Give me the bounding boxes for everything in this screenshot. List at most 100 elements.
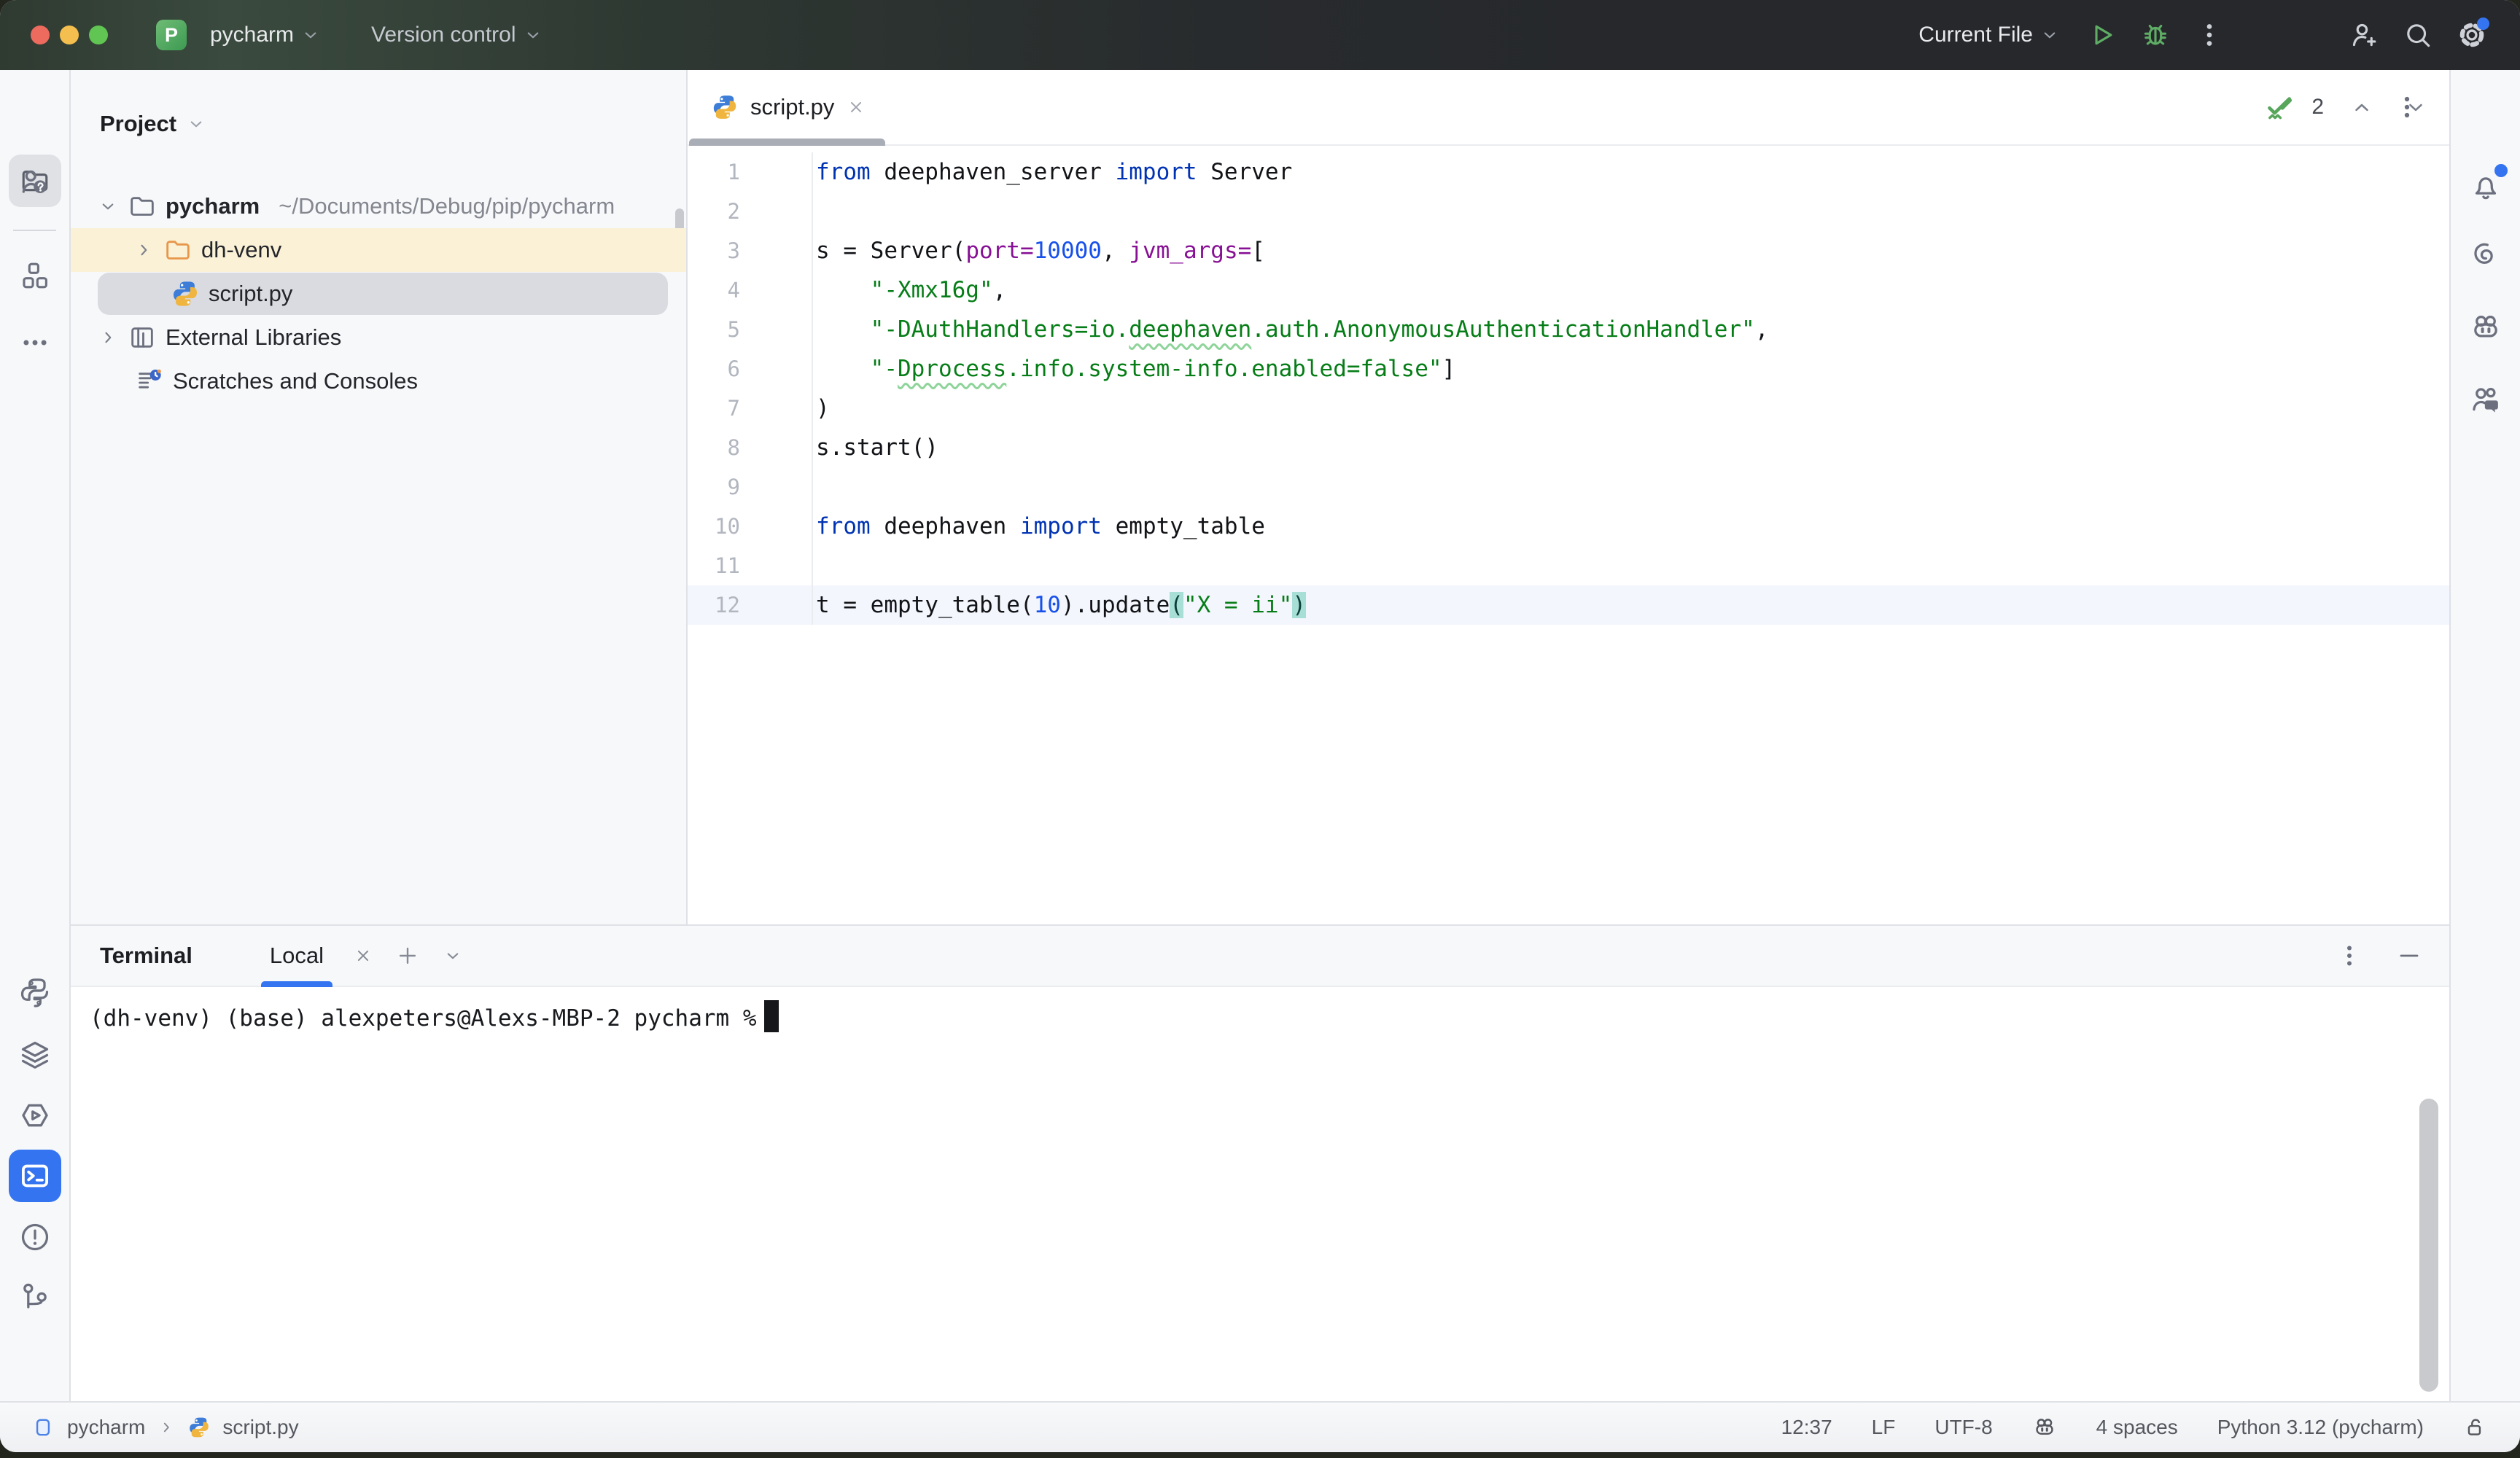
interpreter-widget[interactable]: Python 3.12 (pycharm): [2217, 1416, 2424, 1439]
code-line-11[interactable]: 11: [688, 546, 2449, 585]
breadcrumb-project[interactable]: pycharm: [67, 1416, 145, 1439]
tool-problems-button[interactable]: [9, 1211, 61, 1263]
coding-agents-button[interactable]: [2459, 301, 2512, 354]
libraries-icon: [128, 323, 157, 352]
tree-item-external-libraries[interactable]: External Libraries: [71, 316, 686, 359]
tool-python-console-button[interactable]: [9, 967, 61, 1019]
cursor-position-widget[interactable]: 12:37: [1781, 1416, 1832, 1439]
terminal-scrollbar-thumb[interactable]: [2419, 1099, 2438, 1392]
structure-icon: [19, 260, 51, 292]
close-icon: [353, 946, 373, 966]
terminal-tab-local[interactable]: Local: [262, 926, 331, 986]
project-widget-icon[interactable]: [31, 1415, 55, 1440]
folder-icon: [163, 235, 192, 265]
code-line-1[interactable]: 1from deephaven_server import Server: [688, 152, 2449, 192]
code-line-6[interactable]: 6 "-Dprocess.info.system-info.enabled=fa…: [688, 349, 2449, 389]
ellipsis-icon: [19, 327, 51, 359]
previous-highlight-button[interactable]: [2349, 94, 2375, 120]
new-terminal-tab-button[interactable]: [395, 943, 420, 968]
pycharm-logo: P: [156, 20, 187, 50]
inspection-ok-icon: [2263, 90, 2297, 124]
terminal-output[interactable]: (dh-venv) (base) alexpeters@Alexs-MBP-2 …: [71, 987, 2449, 1400]
more-tool-windows-button[interactable]: [9, 316, 61, 369]
run-configuration-selector[interactable]: Current File: [1908, 15, 2071, 55]
search-everywhere-button[interactable]: [2395, 12, 2441, 58]
tree-item-script-py[interactable]: script.py: [71, 272, 686, 316]
code-line-7[interactable]: 7): [688, 389, 2449, 428]
right-tool-strip: [2449, 70, 2520, 1401]
tool-python-packages-button[interactable]: [9, 1029, 61, 1081]
zoom-window-button[interactable]: [89, 26, 108, 44]
notifications-button[interactable]: [2459, 160, 2512, 212]
code-line-4[interactable]: 4 "-Xmx16g",: [688, 270, 2449, 310]
lock-widget[interactable]: [2463, 1415, 2488, 1440]
ai-assistant-icon: [2469, 238, 2502, 271]
breadcrumb-file[interactable]: script.py: [222, 1416, 298, 1439]
terminal-tab-dropdown-button[interactable]: [442, 945, 464, 967]
code-line-10[interactable]: 10from deephaven import empty_table: [688, 507, 2449, 546]
terminal-options-button[interactable]: [2336, 942, 2363, 970]
code-editor[interactable]: 1from deephaven_server import Server23s …: [688, 146, 2449, 924]
next-highlight-button[interactable]: [2403, 94, 2429, 120]
bug-icon: [2139, 19, 2171, 51]
strip-divider: [13, 230, 56, 231]
run-icon: [2085, 19, 2118, 51]
terminal-icon: [18, 1159, 52, 1193]
tree-item-scratches[interactable]: Scratches and Consoles: [71, 359, 686, 403]
tree-item-project-root[interactable]: pycharm ~/Documents/Debug/pip/pycharm: [71, 184, 686, 228]
tool-services-button[interactable]: [9, 1089, 61, 1142]
terminal-panel-title[interactable]: Terminal: [100, 943, 192, 969]
minimize-window-button[interactable]: [60, 26, 79, 44]
inspections-widget[interactable]: 2: [2263, 90, 2429, 124]
tool-terminal-button[interactable]: [9, 1150, 61, 1202]
code-line-2[interactable]: 2: [688, 192, 2449, 231]
ai-status-button[interactable]: [2032, 1415, 2057, 1440]
code-line-9[interactable]: 9: [688, 467, 2449, 507]
project-panel-title[interactable]: Project: [100, 111, 176, 137]
ai-assistant-button[interactable]: [2459, 228, 2512, 281]
active-terminal-tab-indicator: [261, 981, 332, 987]
terminal-header: Terminal Local: [71, 926, 2449, 987]
tool-learn-button[interactable]: [9, 163, 61, 201]
more-actions-button[interactable]: [2186, 12, 2233, 58]
close-tab-icon[interactable]: [846, 97, 866, 117]
project-menu[interactable]: pycharm: [200, 15, 332, 55]
run-button[interactable]: [2078, 12, 2125, 58]
active-tab-indicator: [689, 139, 885, 146]
terminal-tab-label: Local: [270, 943, 324, 969]
indent-widget[interactable]: 4 spaces: [2096, 1416, 2178, 1439]
hide-terminal-button[interactable]: [2395, 942, 2423, 970]
line-ending-widget[interactable]: LF: [1872, 1416, 1896, 1439]
python-console-icon: [18, 976, 52, 1010]
code-line-12[interactable]: 12t = empty_table(10).update("X = ii"): [688, 585, 2449, 625]
code-line-5[interactable]: 5 "-DAuthHandlers=io.deephaven.auth.Anon…: [688, 310, 2449, 349]
code-line-8[interactable]: 8s.start(): [688, 428, 2449, 467]
tree-item-label: External Libraries: [166, 324, 341, 351]
tree-item-label: dh-venv: [201, 237, 281, 263]
minimize-icon: [2395, 942, 2423, 970]
code-line-3[interactable]: 3s = Server(port=10000, jvm_args=[: [688, 231, 2449, 270]
tree-item-dh-venv[interactable]: dh-venv: [71, 228, 686, 272]
code-with-me-panel-button[interactable]: [2459, 374, 2512, 426]
encoding-widget[interactable]: UTF-8: [1934, 1416, 1992, 1439]
problems-icon: [18, 1220, 52, 1254]
tool-structure-button[interactable]: [9, 249, 61, 302]
close-terminal-tab-button[interactable]: [353, 946, 373, 966]
debug-button[interactable]: [2132, 12, 2179, 58]
inspection-count: 2: [2311, 95, 2324, 120]
chevron-down-icon: [2039, 24, 2061, 46]
close-window-button[interactable]: [31, 26, 50, 44]
learn-icon: [18, 165, 52, 199]
settings-button[interactable]: [2449, 12, 2495, 58]
scratches-icon: [135, 367, 164, 396]
project-tree: pycharm ~/Documents/Debug/pip/pycharm dh…: [71, 152, 686, 403]
version-control-menu[interactable]: Version control: [361, 15, 553, 55]
code-with-me-button[interactable]: [2341, 12, 2387, 58]
tree-item-label: script.py: [209, 281, 292, 307]
tab-script-py[interactable]: script.py: [688, 70, 887, 144]
notification-badge: [2494, 164, 2508, 177]
tool-version-control-button[interactable]: [9, 1271, 61, 1324]
chevron-right-icon: [97, 327, 119, 348]
terminal-prompt: (dh-venv) (base) alexpeters@Alexs-MBP-2 …: [90, 1005, 757, 1032]
status-bar: pycharm script.py 12:37 LF UTF-8 4 space…: [0, 1401, 2520, 1452]
